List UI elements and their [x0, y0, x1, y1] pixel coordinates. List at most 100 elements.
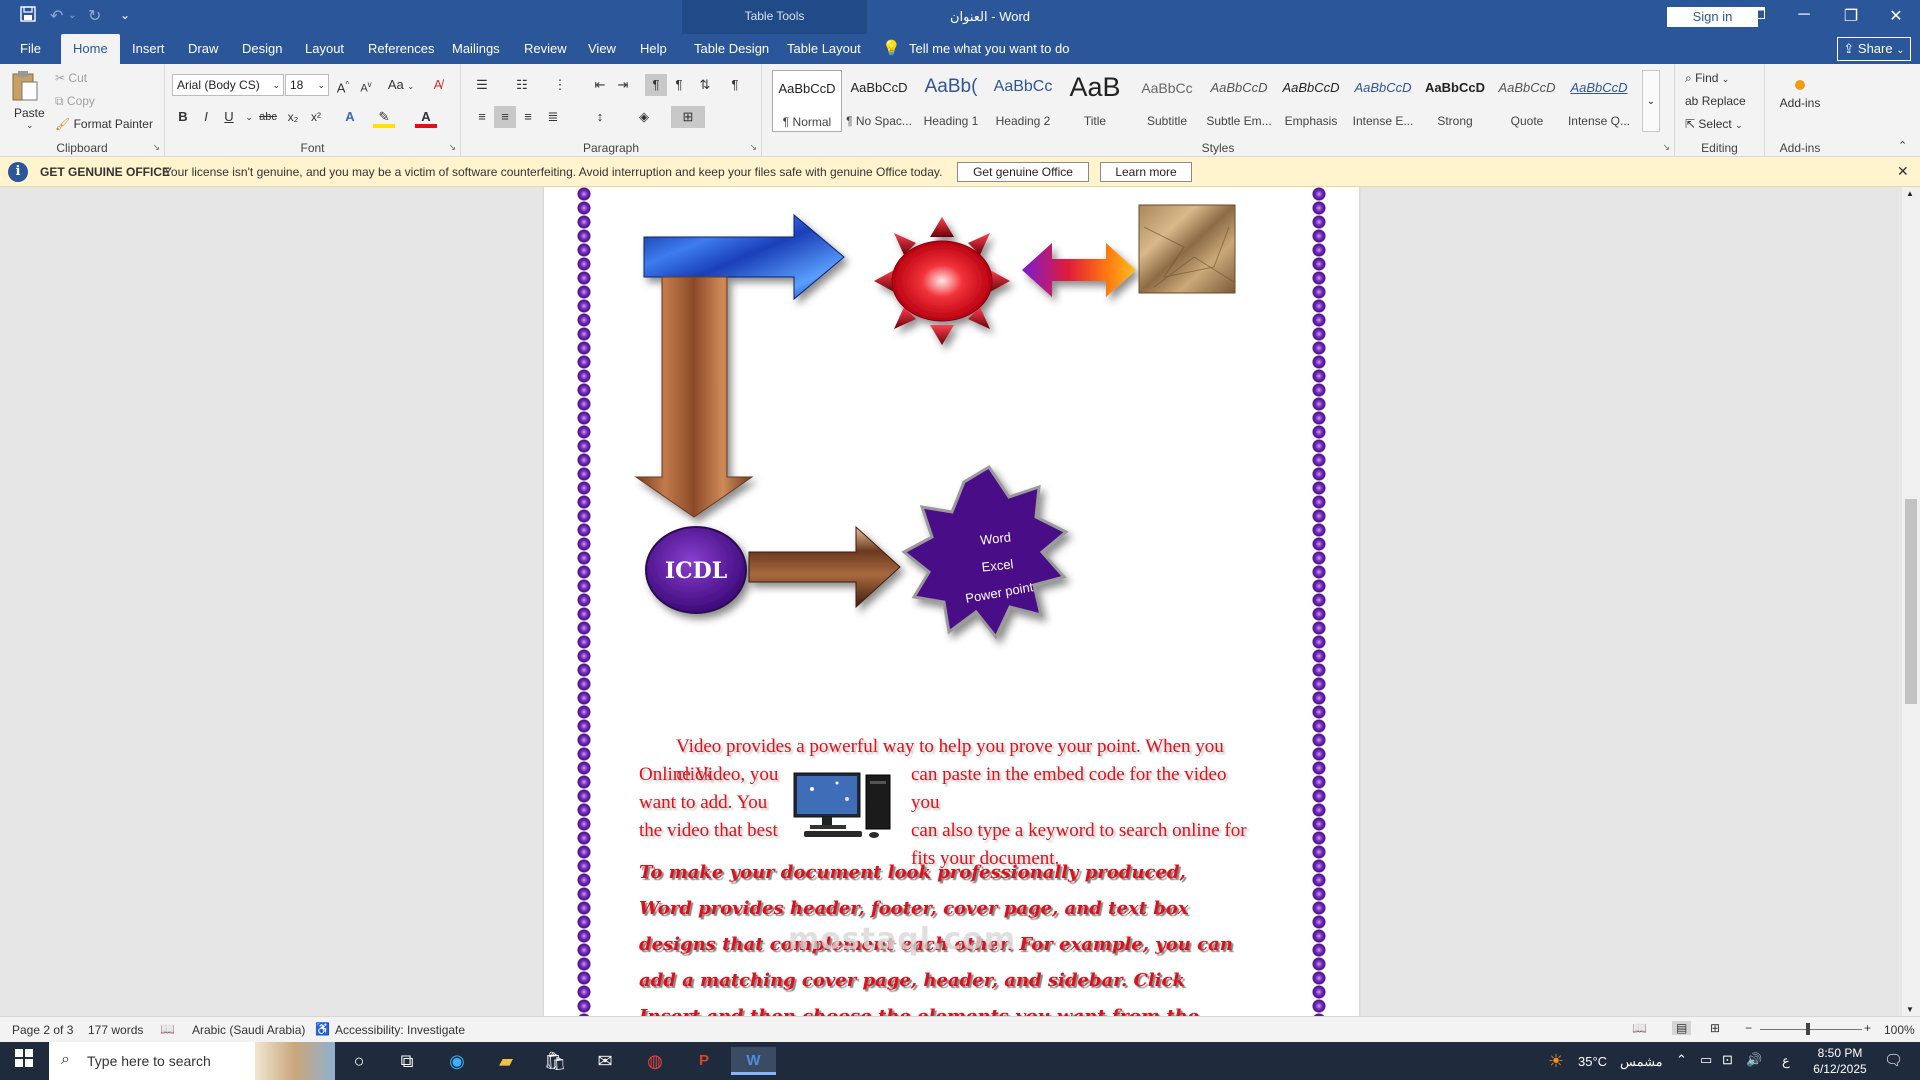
edge-icon[interactable]: ◉ — [443, 1047, 471, 1075]
paste-dropdown-icon[interactable]: ⌄ — [26, 120, 34, 131]
weather-condition[interactable]: مشمس — [1620, 1054, 1663, 1070]
style-intense-quote[interactable]: AaBbCcD Intense Q... — [1564, 70, 1634, 132]
undo-dropdown-icon[interactable]: ⌄ — [68, 10, 76, 21]
proofing-icon[interactable]: 📖 — [160, 1022, 175, 1036]
tab-table-layout[interactable]: Table Layout — [787, 41, 861, 56]
select-button[interactable]: ⇱ Select ⌄ — [1685, 117, 1743, 131]
align-right-icon[interactable]: ≡ — [517, 106, 539, 128]
style-quote[interactable]: AaBbCcD Quote — [1492, 70, 1562, 132]
powerpoint-icon[interactable]: P — [690, 1047, 718, 1075]
clear-formatting-icon[interactable]: A̸ — [427, 74, 449, 96]
language-indicator[interactable]: Arabic (Saudi Arabia) — [192, 1023, 305, 1037]
tab-layout[interactable]: Layout — [305, 41, 344, 56]
paragraph-launcher-icon[interactable]: ↘ — [749, 142, 757, 153]
paragraph-1-left-column[interactable]: Online Video, you want to add. You the v… — [639, 761, 799, 845]
style-heading-1[interactable]: AaBb(Heading 1 — [916, 70, 986, 132]
format-painter-button[interactable]: 🖌 Format Painter — [55, 117, 153, 131]
sort-icon[interactable]: ⇅ — [694, 74, 716, 96]
get-genuine-office-button[interactable]: Get genuine Office — [957, 162, 1089, 182]
tab-table-design[interactable]: Table Design — [694, 41, 769, 56]
style-strong[interactable]: AaBbCcD Strong — [1420, 70, 1490, 132]
shading-icon[interactable]: ◈ — [633, 106, 655, 128]
change-case-button[interactable]: Aa ⌄ — [386, 74, 416, 96]
style-subtitle[interactable]: AaBbCc Subtitle — [1132, 70, 1202, 132]
redo-icon[interactable]: ↻ — [88, 6, 101, 26]
taskbar-search-box[interactable]: ⌕ Type here to search — [49, 1042, 335, 1080]
web-layout-icon[interactable]: ⊞ — [1710, 1021, 1720, 1035]
scroll-up-icon[interactable]: ▲ — [1906, 189, 1914, 198]
zoom-level[interactable]: 100% — [1884, 1023, 1915, 1037]
meet-now-icon[interactable]: ▭ — [1700, 1052, 1712, 1068]
volume-icon[interactable]: 🔊 — [1746, 1052, 1762, 1068]
paste-button[interactable]: Paste ⌄ — [10, 70, 46, 130]
notifications-icon[interactable]: 🗨 — [1884, 1051, 1903, 1069]
highlight-icon[interactable]: ✎ — [373, 106, 395, 128]
show-marks-icon[interactable]: ¶ — [724, 74, 746, 96]
rtl-direction-icon[interactable]: ¶ — [668, 74, 690, 96]
justify-icon[interactable]: ≣ — [542, 106, 564, 128]
addins-button[interactable]: Add-ins — [1770, 72, 1830, 122]
styles-more-icon[interactable]: ⌄ — [1642, 70, 1660, 132]
replace-button[interactable]: ab Replace — [1685, 94, 1746, 108]
ltr-direction-icon[interactable]: ¶ — [645, 74, 667, 96]
save-icon[interactable] — [20, 6, 36, 27]
font-name-select[interactable]: Arial (Body CS) ⌄ — [172, 74, 284, 96]
style-heading-2[interactable]: AaBbCc Heading 2 — [988, 70, 1058, 132]
strikethrough-icon[interactable]: abc — [257, 106, 279, 128]
windows-start-icon[interactable] — [10, 1047, 38, 1075]
tab-home[interactable]: Home — [61, 34, 120, 64]
tab-file[interactable]: File — [20, 41, 41, 56]
line-spacing-icon[interactable]: ↕ — [589, 106, 611, 128]
customize-qat-icon[interactable]: ⌄ — [120, 8, 130, 22]
weather-temp[interactable]: 35°C — [1578, 1054, 1607, 1069]
scrollbar-thumb[interactable] — [1905, 499, 1917, 704]
text-effects-icon[interactable]: A — [339, 106, 361, 128]
multilevel-list-icon[interactable]: ⋮ — [549, 74, 571, 96]
align-center-icon[interactable]: ≡ — [494, 106, 516, 128]
find-button[interactable]: ⌕ Find ⌄ — [1685, 71, 1729, 86]
zoom-slider-thumb[interactable] — [1806, 1023, 1810, 1035]
input-language[interactable]: ع — [1782, 1053, 1790, 1069]
learn-more-button[interactable]: Learn more — [1100, 162, 1192, 182]
ribbon-display-options-icon[interactable] — [1743, 6, 1773, 24]
task-view-icon[interactable]: ⧉ — [393, 1047, 421, 1075]
copy-button[interactable]: ⧉ Copy — [55, 94, 95, 109]
align-left-icon[interactable]: ≡ — [471, 106, 493, 128]
word-taskbar-icon[interactable]: W — [731, 1047, 776, 1075]
share-button[interactable]: ⇪ Share ⌄ — [1837, 37, 1911, 61]
scroll-down-icon[interactable]: ▼ — [1906, 1005, 1914, 1014]
collapse-ribbon-icon[interactable]: ⌃ — [1898, 139, 1907, 152]
zoom-in-icon[interactable]: + — [1864, 1021, 1871, 1035]
accessibility-status[interactable]: Accessibility: Investigate — [335, 1023, 465, 1037]
zoom-out-icon[interactable]: − — [1745, 1021, 1752, 1035]
bullets-icon[interactable]: ☰ — [471, 74, 493, 96]
cortana-icon[interactable]: ○ — [345, 1047, 373, 1075]
tab-help[interactable]: Help — [640, 41, 667, 56]
tab-mailings[interactable]: Mailings — [452, 41, 500, 56]
clock[interactable]: 8:50 PM 6/12/2025 — [1805, 1045, 1875, 1077]
computer-image[interactable] — [792, 769, 902, 841]
show-hidden-icons-icon[interactable]: ⌃ — [1676, 1052, 1687, 1068]
bold-icon[interactable]: B — [172, 106, 194, 128]
underline-icon[interactable]: U — [218, 106, 240, 128]
shrink-font-icon[interactable]: Av — [355, 74, 377, 96]
font-color-icon[interactable]: A — [415, 106, 437, 128]
tell-me-search[interactable]: Tell me what you want to do — [909, 41, 1069, 56]
network-icon[interactable]: ⊡ — [1722, 1052, 1733, 1068]
subscript-icon[interactable]: x₂ — [282, 106, 304, 128]
tab-review[interactable]: Review — [524, 41, 567, 56]
clipboard-launcher-icon[interactable]: ↘ — [152, 142, 160, 153]
print-layout-icon[interactable]: ▤ — [1672, 1021, 1692, 1035]
tab-references[interactable]: References — [368, 41, 434, 56]
decrease-indent-icon[interactable]: ⇤ — [589, 74, 611, 96]
chrome-icon[interactable]: ◍ — [641, 1047, 669, 1075]
document-page[interactable]: ICDL Word Excel Power point Video provid… — [544, 187, 1359, 1016]
close-notice-icon[interactable]: ✕ — [1897, 163, 1909, 180]
vertical-scrollbar[interactable]: ▲ ▼ — [1902, 187, 1920, 1016]
tab-insert[interactable]: Insert — [132, 41, 165, 56]
increase-indent-icon[interactable]: ⇥ — [612, 74, 634, 96]
read-mode-icon[interactable]: 📖 — [1632, 1021, 1647, 1035]
styles-launcher-icon[interactable]: ↘ — [1662, 142, 1670, 153]
tab-view[interactable]: View — [588, 41, 616, 56]
undo-icon[interactable]: ↶ — [50, 6, 63, 26]
